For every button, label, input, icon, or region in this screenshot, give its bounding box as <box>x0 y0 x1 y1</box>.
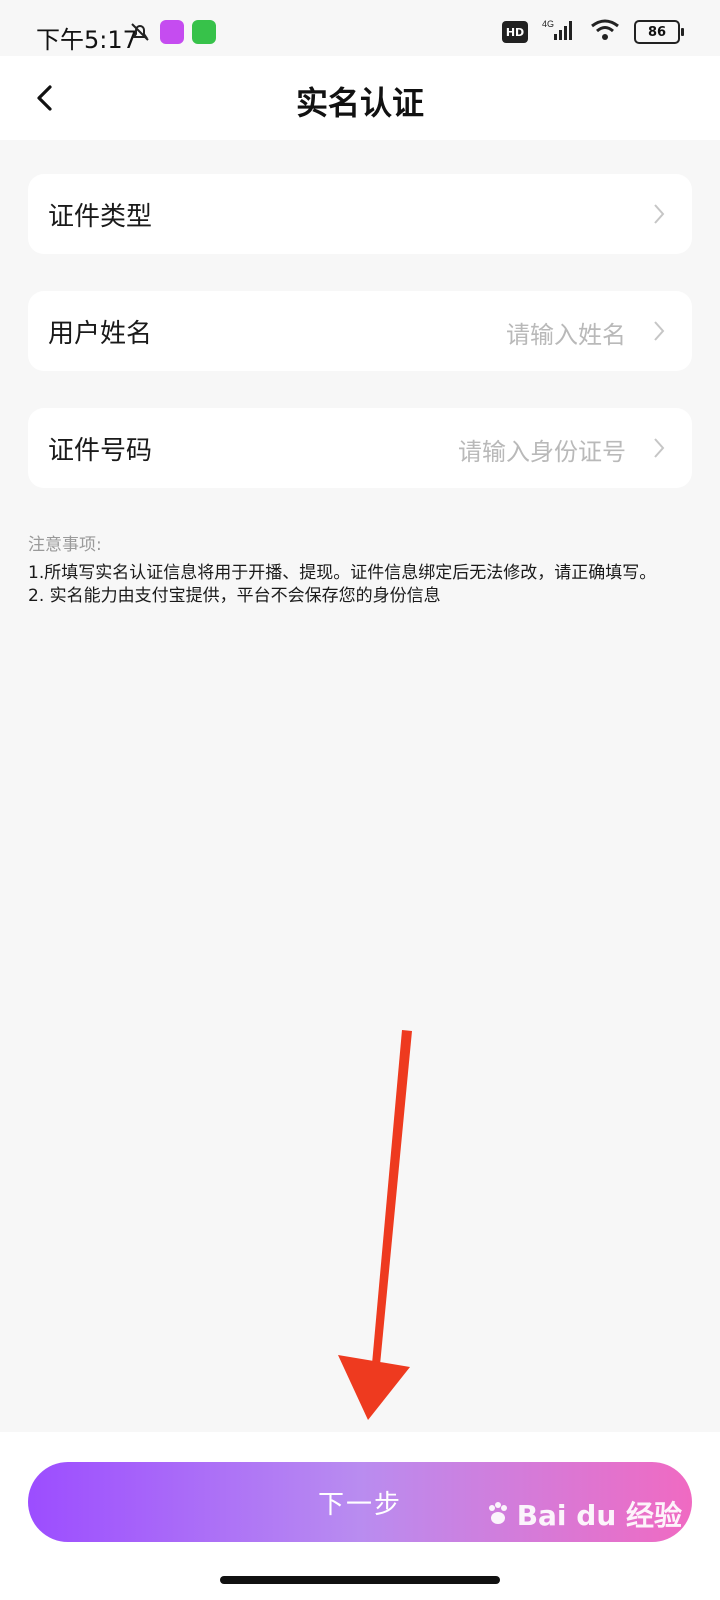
id-type-row[interactable]: 证件类型 <box>28 174 692 254</box>
watermark-url: jingyan.baidu.com <box>558 1540 660 1553</box>
chevron-right-icon <box>654 204 665 224</box>
note-item: 2. 实名能力由支付宝提供，平台不会保存您的身份信息 <box>28 586 441 606</box>
next-step-label: 下一步 <box>317 1489 402 1520</box>
user-name-label: 用户姓名 <box>48 319 153 349</box>
notes-list: 1.所填写实名认证信息将用于开播、提现。证件信息绑定后无法修改，请正确填写。 2… <box>28 562 692 608</box>
watermark-brand: Bai du 经验 <box>516 1499 682 1532</box>
status-time: 下午5:17 <box>36 26 138 54</box>
hd-icon: HD <box>502 21 528 43</box>
id-type-label: 证件类型 <box>48 202 153 232</box>
nav-bar: 实名认证 <box>0 56 720 140</box>
page-title: 实名认证 <box>295 84 424 122</box>
status-indicators: HD 4G 86 <box>502 18 684 46</box>
note-item: 1.所填写实名认证信息将用于开播、提现。证件信息绑定后无法修改，请正确填写。 <box>28 563 657 583</box>
home-indicator[interactable] <box>220 1576 500 1584</box>
bell-muted-icon <box>128 20 152 48</box>
chevron-right-icon <box>654 321 665 341</box>
signal-icon: 4G <box>542 18 576 46</box>
app-notification-icon <box>192 20 216 44</box>
app-notification-icon <box>160 20 184 44</box>
annotation-arrow-icon <box>338 1030 412 1420</box>
paw-icon <box>488 1502 507 1524</box>
id-number-input[interactable]: 请输入身份证号 <box>458 432 626 467</box>
network-type: 4G <box>542 19 554 29</box>
battery-icon: 86 <box>634 20 684 44</box>
id-number-label: 证件号码 <box>48 436 153 466</box>
id-number-row[interactable]: 证件号码 请输入身份证号 <box>28 408 692 488</box>
notes-title: 注意事项: <box>28 535 102 555</box>
chevron-right-icon <box>654 438 665 458</box>
user-name-row[interactable]: 用户姓名 请输入姓名 <box>28 291 692 371</box>
baidu-watermark: Bai du 经验 <box>485 1494 682 1534</box>
wifi-icon <box>590 18 620 46</box>
status-bar: 下午5:17 HD 4G 86 <box>0 0 720 56</box>
user-name-input[interactable]: 请输入姓名 <box>506 315 626 350</box>
